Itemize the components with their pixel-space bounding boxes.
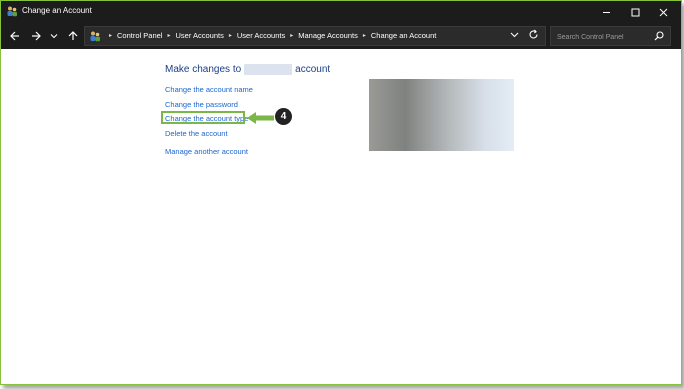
chevron-right-icon: ▸ [109,33,113,39]
recent-locations-button[interactable] [45,26,63,46]
users-icon [7,6,17,17]
breadcrumb-item[interactable]: User Accounts [175,31,223,40]
forward-arrow-icon [32,31,41,41]
breadcrumb-item[interactable]: Change an Account [371,31,436,40]
main-content: Make changes to account Change the accou… [1,49,681,384]
chevron-right-icon: ▸ [167,33,171,39]
back-arrow-icon [10,31,19,41]
change-password-link[interactable]: Change the password [165,100,238,109]
search-icon [654,31,664,41]
manage-another-account-link[interactable]: Manage another account [165,147,248,156]
change-account-name-link[interactable]: Change the account name [165,85,253,94]
up-arrow-icon [68,31,78,40]
maximize-icon [631,8,639,16]
maximize-button[interactable] [621,1,649,23]
forward-button[interactable] [27,26,45,46]
address-dropdown-button[interactable] [510,30,519,41]
account-picture [369,79,514,151]
up-button[interactable] [64,26,82,46]
address-bar[interactable]: ▸ Control Panel ▸ User Accounts ▸ User A… [84,26,546,46]
chevron-right-icon: ▸ [290,33,294,39]
breadcrumb-item[interactable]: Manage Accounts [298,31,358,40]
breadcrumb-item[interactable]: User Accounts [237,31,285,40]
navigation-bar: ▸ Control Panel ▸ User Accounts ▸ User A… [1,23,681,49]
page-title-prefix: Make changes to [165,64,242,75]
annotation-arrow-icon [247,112,274,124]
window-title: Change an Account [22,6,92,15]
chevron-down-icon [50,34,58,39]
page-title: Make changes to account [165,64,330,75]
users-icon [90,31,100,42]
search-input[interactable] [555,29,654,45]
redacted-username [244,64,293,75]
annotation-highlight [161,111,245,124]
chevron-right-icon: ▸ [228,33,232,39]
window: Change an Account ▸ Control Panel ▸ User… [0,0,682,385]
minimize-button[interactable] [592,1,620,23]
title-bar: Change an Account [1,1,681,23]
chevron-down-icon [510,32,519,38]
close-icon [659,8,667,16]
page-title-suffix: account [295,64,331,75]
chevron-right-icon: ▸ [362,33,366,39]
search-box[interactable] [550,26,671,46]
breadcrumb-item[interactable]: Control Panel [117,31,162,40]
step-number-badge: 4 [275,108,292,125]
refresh-icon [529,29,538,39]
back-button[interactable] [6,26,24,46]
breadcrumb: ▸ Control Panel ▸ User Accounts ▸ User A… [104,31,436,40]
delete-account-link[interactable]: Delete the account [165,129,228,138]
minimize-icon [602,11,610,13]
close-button[interactable] [649,1,677,23]
refresh-button[interactable] [528,29,539,43]
